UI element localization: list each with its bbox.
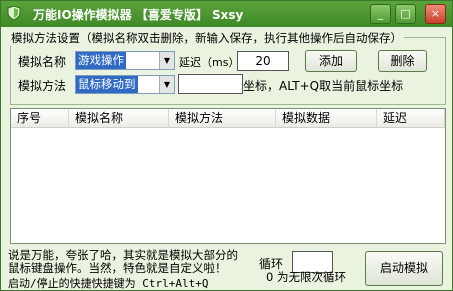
method-combobox[interactable]: 鼠标移动到 ▼ bbox=[75, 75, 175, 94]
loop-note: 0 为无限次循环 bbox=[266, 270, 346, 284]
add-button[interactable]: 添加 bbox=[305, 50, 357, 72]
name-label: 模拟名称 bbox=[18, 55, 67, 69]
column-header[interactable]: 序号 bbox=[11, 109, 69, 127]
info-line: 鼠标键盘操作。当然，特色就是自定义啦！ bbox=[8, 260, 227, 275]
method-combobox-value: 鼠标移动到 bbox=[76, 76, 138, 93]
table-header: 序号 模拟名称 模拟方法 模拟数据 延迟 bbox=[11, 109, 445, 128]
start-simulation-button[interactable]: 启动模拟 bbox=[365, 251, 443, 286]
coordinate-hint: 坐标，ALT+Q取当前鼠标坐标 bbox=[243, 79, 404, 93]
column-header[interactable]: 模拟方法 bbox=[169, 109, 276, 127]
chevron-down-icon[interactable]: ▼ bbox=[159, 76, 174, 93]
chevron-down-icon[interactable]: ▼ bbox=[159, 52, 174, 69]
column-header[interactable]: 延迟 bbox=[377, 109, 445, 127]
app-window: 万能IO操作模拟器 【喜爱专版】 Sxsy _ □ × 模拟方法设置（模拟名称双… bbox=[0, 0, 453, 291]
column-header[interactable]: 模拟数据 bbox=[276, 109, 377, 127]
settings-group-title: 模拟方法设置（模拟名称双击删除，新输入保存，执行其他操作后自动保存） bbox=[9, 30, 404, 46]
info-text: 说是万能，夸张了哈，其实就是模拟大部分的 鼠标键盘操作。当然，特色就是自定义啦！ bbox=[8, 249, 248, 274]
method-label: 模拟方法 bbox=[18, 79, 67, 93]
shield-icon bbox=[7, 5, 21, 21]
hotkey-text: 启动/停止的快捷快捷键为 Ctrl+Alt+Q bbox=[8, 277, 209, 290]
minimize-button[interactable]: _ bbox=[370, 4, 391, 24]
column-header[interactable]: 模拟名称 bbox=[69, 109, 169, 127]
name-combobox[interactable]: 游戏操作 ▼ bbox=[75, 51, 175, 70]
coordinate-input[interactable] bbox=[178, 74, 243, 94]
operations-table[interactable]: 序号 模拟名称 模拟方法 模拟数据 延迟 bbox=[10, 108, 446, 244]
window-title: 万能IO操作模拟器 【喜爱专版】 Sxsy bbox=[33, 8, 244, 22]
info-line: 说是万能，夸张了哈，其实就是模拟大部分的 bbox=[8, 248, 238, 262]
delay-input[interactable]: 20 bbox=[237, 51, 289, 71]
restore-button[interactable]: □ bbox=[395, 4, 416, 24]
title-bar[interactable]: 万能IO操作模拟器 【喜爱专版】 Sxsy _ □ × bbox=[1, 1, 452, 27]
delete-button[interactable]: 删除 bbox=[378, 50, 427, 72]
close-button[interactable]: × bbox=[425, 4, 446, 24]
name-combobox-value: 游戏操作 bbox=[76, 52, 126, 69]
delay-label: 延迟（ms） bbox=[179, 56, 240, 69]
